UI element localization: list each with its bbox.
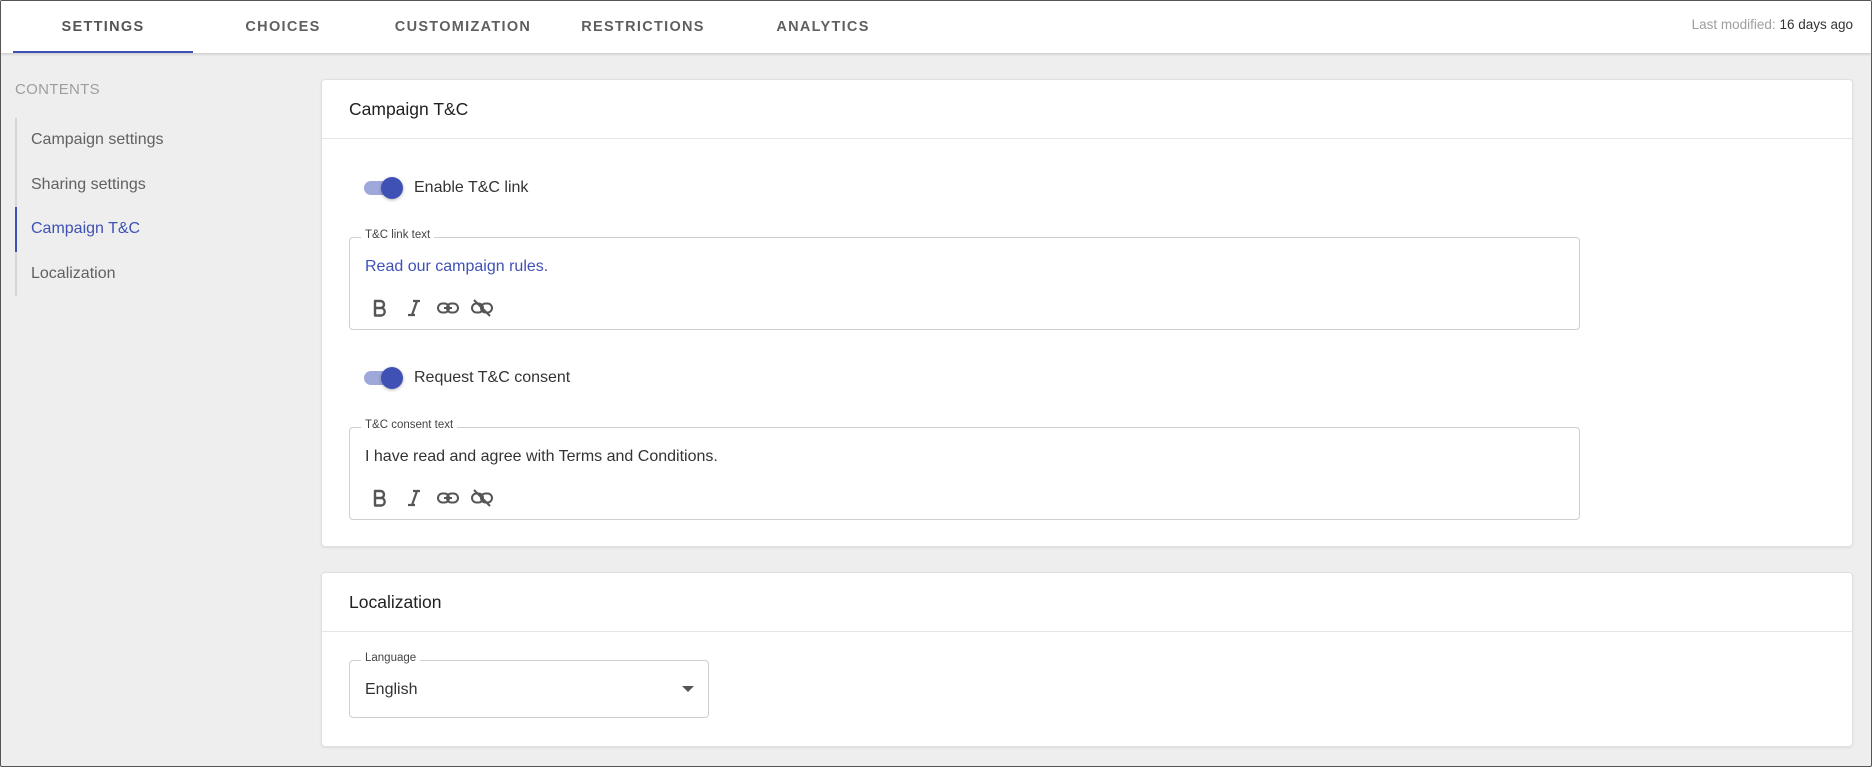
tab-customization[interactable]: CUSTOMIZATION	[373, 1, 553, 53]
tab-restrictions[interactable]: RESTRICTIONS	[553, 1, 733, 53]
tab-analytics[interactable]: ANALYTICS	[733, 1, 913, 53]
toggle-knob	[381, 367, 403, 389]
sidebar-item-localization[interactable]: Localization	[17, 252, 245, 297]
top-tab-bar: SETTINGS CHOICES CUSTOMIZATION RESTRICTI…	[1, 1, 1871, 53]
localization-title: Localization	[322, 573, 1852, 632]
chevron-down-icon	[682, 686, 694, 692]
unlink-icon[interactable]	[465, 486, 499, 510]
link-icon[interactable]	[431, 486, 465, 510]
link-icon[interactable]	[431, 296, 465, 320]
campaign-tc-card: Campaign T&C Enable T&C link T&C link te…	[321, 79, 1853, 547]
contents-title: CONTENTS	[15, 81, 100, 98]
app-window: SETTINGS CHOICES CUSTOMIZATION RESTRICTI…	[0, 0, 1872, 767]
localization-card: Localization Language English	[321, 572, 1853, 747]
sidebar-item-sharing-settings[interactable]: Sharing settings	[17, 163, 245, 208]
language-value: English	[365, 681, 418, 698]
request-tc-consent-label: Request T&C consent	[414, 369, 571, 386]
sidebar-item-campaign-settings[interactable]: Campaign settings	[17, 118, 245, 163]
tc-consent-text-field[interactable]: T&C consent text I have read and agree w…	[349, 419, 1580, 520]
enable-tc-link-toggle-row[interactable]: Enable T&C link	[362, 177, 528, 199]
enable-tc-link-label: Enable T&C link	[414, 179, 529, 196]
unlink-icon[interactable]	[465, 296, 499, 320]
contents-nav: Campaign settings Sharing settings Campa…	[15, 118, 245, 296]
bold-icon[interactable]	[363, 296, 397, 320]
last-modified: Last modified: 16 days ago	[1692, 17, 1853, 32]
campaign-tc-title: Campaign T&C	[322, 80, 1852, 139]
request-tc-consent-toggle-row[interactable]: Request T&C consent	[362, 367, 570, 389]
rte-toolbar	[363, 296, 499, 320]
last-modified-value: 16 days ago	[1779, 17, 1853, 32]
enable-tc-link-toggle[interactable]	[362, 177, 404, 199]
tc-link-text-field[interactable]: T&C link text Read our campaign rules.	[349, 229, 1580, 330]
italic-icon[interactable]	[397, 486, 431, 510]
tc-consent-text-legend: T&C consent text	[361, 419, 458, 431]
tc-link-text-legend: T&C link text	[361, 229, 435, 241]
tc-consent-text-value[interactable]: I have read and agree with Terms and Con…	[365, 448, 718, 466]
language-select[interactable]: Language English	[349, 652, 709, 718]
italic-icon[interactable]	[397, 296, 431, 320]
toggle-knob	[381, 177, 403, 199]
tab-choices[interactable]: CHOICES	[193, 1, 373, 53]
last-modified-label: Last modified:	[1691, 17, 1776, 32]
tc-link-text-value[interactable]: Read our campaign rules.	[365, 258, 548, 276]
rte-toolbar	[363, 486, 499, 510]
tab-settings[interactable]: SETTINGS	[13, 1, 193, 53]
request-tc-consent-toggle[interactable]	[362, 367, 404, 389]
sidebar-item-campaign-tc[interactable]: Campaign T&C	[15, 207, 245, 252]
language-legend: Language	[361, 652, 421, 664]
bold-icon[interactable]	[363, 486, 397, 510]
